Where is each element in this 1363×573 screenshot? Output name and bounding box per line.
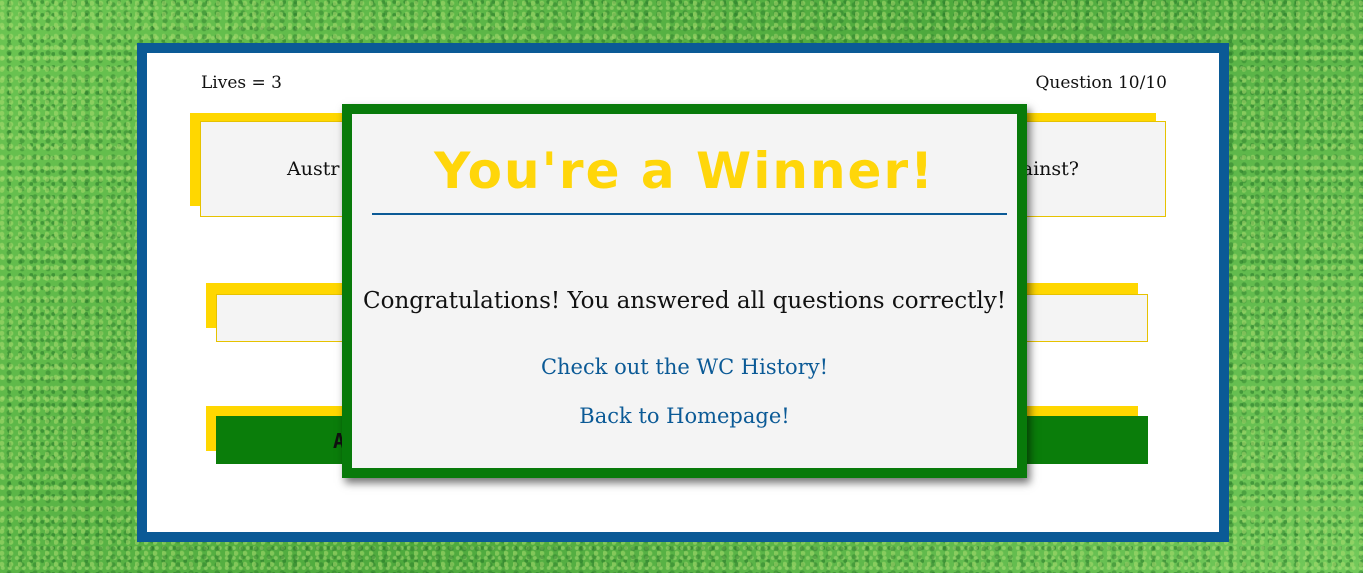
question-text-end: ainst? — [1021, 158, 1079, 180]
question-counter: Question 10/10 — [1035, 73, 1167, 93]
modal-message: Congratulations! You answered all questi… — [363, 288, 1006, 314]
wc-history-link[interactable]: Check out the WC History! — [352, 355, 1017, 379]
homepage-link[interactable]: Back to Homepage! — [352, 404, 1017, 428]
modal-divider — [372, 213, 1007, 215]
question-text-start: Austr — [287, 158, 340, 180]
winner-modal: You're a Winner! Congratulations! You an… — [342, 104, 1027, 478]
lives-counter: Lives = 3 — [201, 73, 282, 93]
modal-title: You're a Winner! — [434, 142, 935, 200]
